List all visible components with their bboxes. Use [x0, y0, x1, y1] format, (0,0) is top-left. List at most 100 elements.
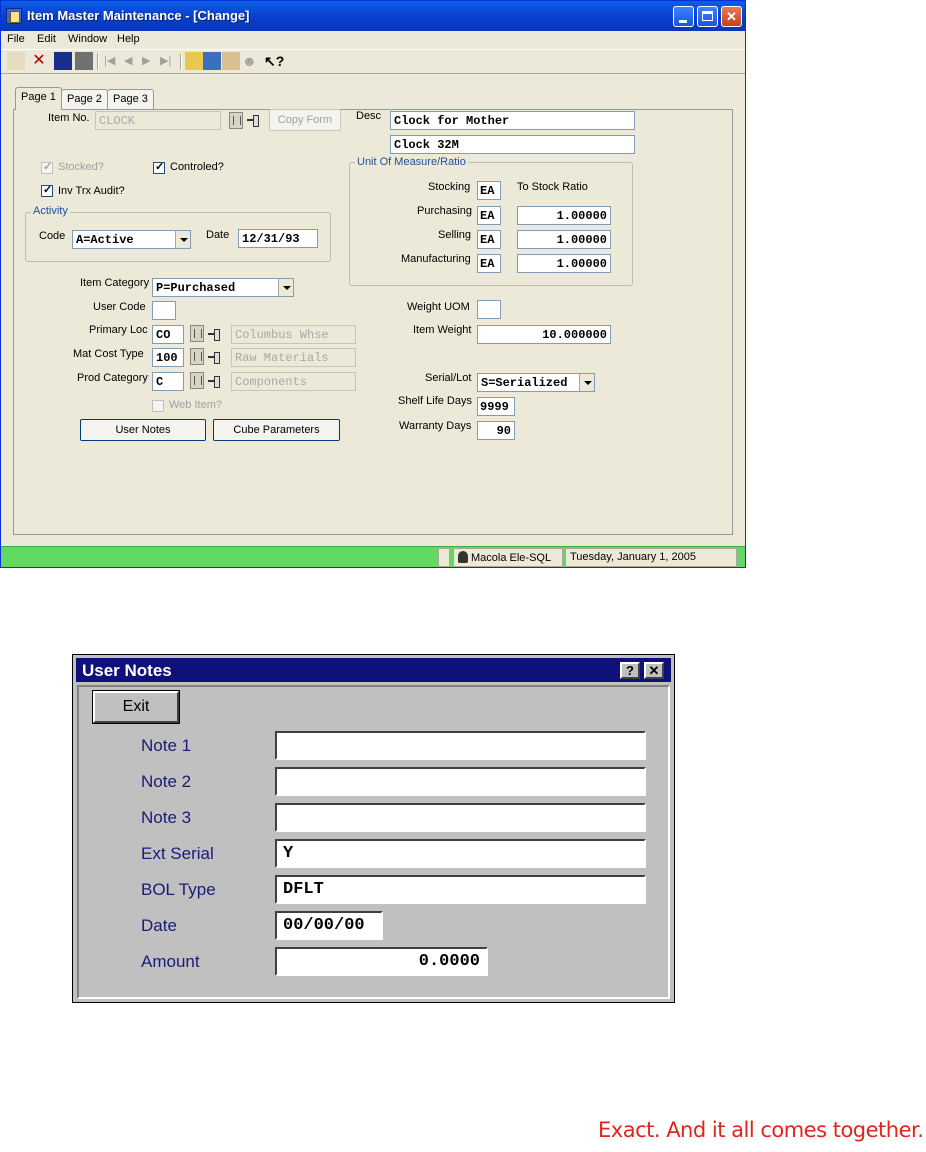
mat-cost-type-label: Mat Cost Type	[73, 348, 144, 360]
shelf-life-field[interactable]: 9999	[477, 397, 515, 416]
stocking-uom-field[interactable]: EA	[477, 181, 501, 200]
note-1-field[interactable]	[275, 731, 646, 760]
weight-uom-field[interactable]	[477, 300, 501, 319]
manufacturing-uom-field[interactable]: EA	[477, 254, 501, 273]
bol-type-label: BOL Type	[141, 880, 216, 899]
item-weight-label: Item Weight	[413, 324, 472, 336]
purchasing-ratio-field[interactable]: 1.00000	[517, 206, 611, 225]
chevron-down-icon[interactable]	[278, 279, 293, 296]
new-icon[interactable]	[7, 52, 25, 70]
desc-line1-field[interactable]: Clock for Mother	[390, 111, 635, 130]
last-record-icon[interactable]: ▶|	[159, 52, 177, 70]
users-icon[interactable]: ☻	[241, 52, 259, 70]
pin-icon[interactable]	[207, 351, 221, 364]
selling-uom-field[interactable]: EA	[477, 230, 501, 249]
chart-icon[interactable]	[222, 52, 240, 70]
warranty-label: Warranty Days	[399, 420, 472, 432]
activity-code-select[interactable]: A=Active	[72, 230, 191, 249]
shelf-life-label: Shelf Life Days	[398, 395, 472, 407]
selling-ratio-field[interactable]: 1.00000	[517, 230, 611, 249]
note-3-field[interactable]	[275, 803, 646, 832]
cube-parameters-button[interactable]: Cube Parameters	[213, 419, 340, 441]
purchasing-uom-field[interactable]: EA	[477, 206, 501, 225]
menu-help[interactable]: Help	[117, 33, 140, 45]
web-item-label: Web Item?	[169, 399, 222, 411]
bol-type-field[interactable]: DFLT	[275, 875, 646, 904]
stocked-label: Stocked?	[58, 161, 104, 173]
ratio-header: To Stock Ratio	[517, 181, 588, 193]
serial-lot-value: S=Serialized	[481, 376, 568, 390]
mat-cost-type-field[interactable]: 100	[152, 348, 184, 367]
tab-page-2[interactable]: Page 2	[61, 89, 108, 109]
note-2-label: Note 2	[141, 772, 192, 791]
manufacturing-ratio-field[interactable]: 1.00000	[517, 254, 611, 273]
warranty-field[interactable]: 90	[477, 421, 515, 440]
notes-icon[interactable]	[185, 52, 203, 70]
item-no-field: CLOCK	[95, 111, 221, 130]
mat-cost-lookup-icon[interactable]	[190, 348, 204, 365]
chevron-down-icon[interactable]	[579, 374, 594, 391]
first-record-icon[interactable]: |◀	[103, 52, 121, 70]
serial-lot-select[interactable]: S=Serialized	[477, 373, 595, 392]
delete-icon[interactable]: ✕	[30, 52, 48, 70]
chevron-down-icon[interactable]	[175, 231, 190, 248]
maximize-icon	[702, 11, 713, 21]
user-notes-button[interactable]: User Notes	[80, 419, 206, 441]
amount-field[interactable]: 0.0000	[275, 947, 488, 976]
toolbar: ✕ |◀ ◀ ▶ ▶| ☻ ↖?	[1, 49, 745, 74]
note-2-field[interactable]	[275, 767, 646, 796]
stocked-checkbox[interactable]: ✓	[41, 161, 53, 174]
primary-loc-field[interactable]: CO	[152, 325, 184, 344]
primary-loc-lookup-icon[interactable]	[190, 325, 204, 342]
date-field[interactable]: 00/00/00	[275, 911, 383, 940]
date-label: Date	[141, 916, 177, 935]
prev-record-icon[interactable]: ◀	[123, 52, 141, 70]
toolbar-separator	[97, 53, 99, 70]
weight-uom-label: Weight UOM	[407, 301, 470, 313]
dialog-close-button[interactable]: ✕	[644, 662, 664, 679]
desc-line2-field[interactable]: Clock 32M	[390, 135, 635, 154]
maximize-button[interactable]	[697, 6, 718, 27]
activity-code-label: Code	[39, 230, 66, 242]
menu-edit[interactable]: Edit	[37, 33, 56, 45]
pin-icon[interactable]	[207, 375, 221, 388]
copy-form-button[interactable]: Copy Form	[269, 109, 341, 131]
tab-page-1[interactable]: Page 1	[15, 87, 62, 110]
inv-audit-checkbox[interactable]: ✓	[41, 184, 53, 197]
prod-category-lookup-icon[interactable]	[190, 372, 204, 389]
activity-code-value: A=Active	[76, 233, 134, 247]
user-icon	[458, 551, 468, 563]
calculator-icon[interactable]	[203, 52, 221, 70]
item-category-select[interactable]: P=Purchased	[152, 278, 294, 297]
activity-title: Activity	[31, 205, 70, 217]
user-code-field[interactable]	[152, 301, 176, 320]
ext-serial-label: Ext Serial	[141, 844, 214, 863]
controlled-checkbox[interactable]: ✓	[153, 161, 165, 174]
exit-button[interactable]: Exit	[93, 691, 179, 723]
web-item-checkbox[interactable]	[152, 400, 164, 412]
prod-category-field[interactable]: C	[152, 372, 184, 391]
user-code-label: User Code	[93, 301, 146, 313]
menu-file[interactable]: File	[7, 33, 25, 45]
menu-window[interactable]: Window	[68, 33, 107, 45]
uom-title: Unit Of Measure/Ratio	[355, 156, 468, 168]
save-icon[interactable]	[54, 52, 72, 70]
item-category-label: Item Category	[80, 277, 150, 289]
minimize-button[interactable]	[673, 6, 694, 27]
next-record-icon[interactable]: ▶	[141, 52, 159, 70]
dialog-title-bar: User Notes ? ✕	[76, 658, 671, 682]
item-weight-field[interactable]: 10.000000	[477, 325, 611, 344]
help-icon: ?	[626, 663, 634, 678]
tab-page-3[interactable]: Page 3	[107, 89, 154, 109]
close-button[interactable]: ✕	[721, 6, 742, 27]
trash-icon[interactable]	[75, 52, 93, 70]
activity-date-field[interactable]: 12/31/93	[238, 229, 318, 248]
item-lookup-icon[interactable]	[229, 112, 243, 129]
help-button[interactable]: ?	[620, 662, 640, 679]
user-notes-dialog: User Notes ? ✕ Exit Note 1 Note 2 Note 3…	[72, 654, 675, 1003]
pin-icon[interactable]	[207, 328, 221, 341]
pin-icon[interactable]	[246, 114, 260, 127]
toolbar-separator	[180, 53, 182, 70]
ext-serial-field[interactable]: Y	[275, 839, 646, 868]
help-pointer-icon[interactable]: ↖?	[263, 52, 284, 70]
